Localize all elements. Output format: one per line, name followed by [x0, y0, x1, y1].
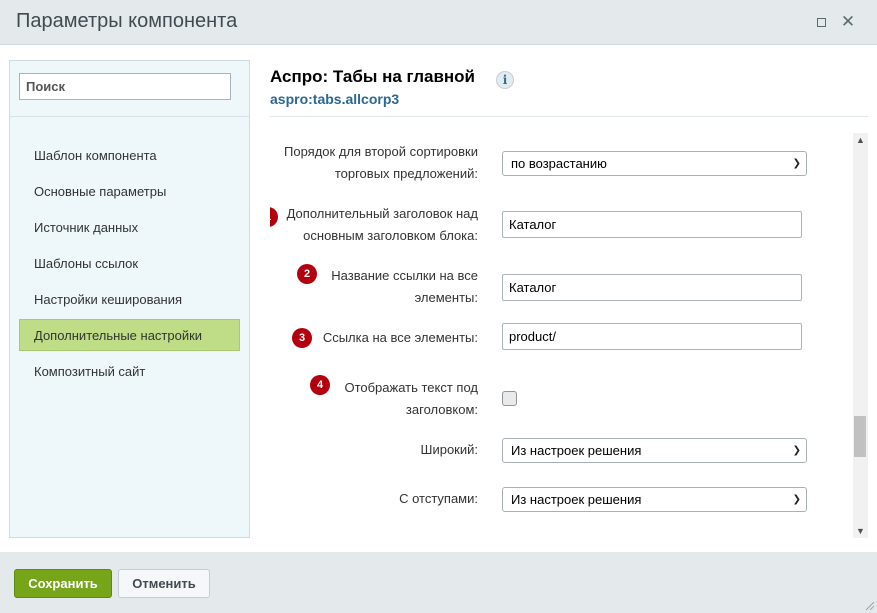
field-label: Порядок для второй сортировки	[284, 144, 478, 159]
field-label: Отображать текст под	[344, 380, 478, 395]
sidebar-item-additional[interactable]: Дополнительные настройки	[19, 319, 240, 351]
field-label: Ссылка на все элементы:	[322, 330, 478, 345]
chevron-down-icon: ❯	[792, 445, 801, 456]
component-title: Аспро: Табы на главной	[270, 67, 475, 86]
sort2-select[interactable]: по возрастанию ❯	[502, 151, 807, 176]
scroll-up-icon[interactable]: ▲	[853, 135, 868, 145]
select-value: Из настроек решения	[511, 492, 642, 507]
sidebar-divider	[10, 116, 249, 117]
search-input[interactable]	[19, 73, 231, 100]
sidebar-item-main-params[interactable]: Основные параметры	[19, 175, 240, 207]
step-badge: 3	[292, 328, 312, 348]
sidebar-item-caching[interactable]: Настройки кеширования	[19, 283, 240, 315]
form-scrollbar[interactable]: ▲ ▼	[853, 133, 868, 538]
component-id: aspro:tabs.allcorp3	[270, 91, 400, 107]
show-text-checkbox[interactable]	[502, 391, 517, 406]
wide-select[interactable]: Из настроек решения ❯	[502, 438, 807, 463]
sidebar: Шаблон компонента Основные параметры Ист…	[9, 60, 250, 538]
field-label: заголовком:	[405, 402, 478, 417]
sidebar-item-template[interactable]: Шаблон компонента	[19, 139, 240, 171]
extra-title-input[interactable]	[502, 211, 802, 238]
chevron-down-icon: ❯	[792, 158, 801, 169]
header-divider	[270, 116, 868, 117]
step-badge: 4	[310, 375, 330, 395]
resize-grip-icon[interactable]	[863, 599, 875, 611]
field-label: элементы:	[414, 290, 478, 305]
select-value: Из настроек решения	[511, 443, 642, 458]
params-form: Порядок для второй сортировки торговых п…	[270, 133, 868, 538]
step-badge: 2	[297, 264, 317, 284]
field-label: С отступами:	[399, 491, 478, 506]
chevron-down-icon: ❯	[792, 494, 801, 505]
window-title: Параметры компонента	[16, 10, 238, 32]
field-label: основным заголовком блока:	[303, 228, 478, 243]
scroll-down-icon[interactable]: ▼	[853, 526, 868, 536]
info-icon[interactable]: i	[496, 71, 514, 89]
padding-select[interactable]: Из настроек решения ❯	[502, 487, 807, 512]
all-link-url-input[interactable]	[502, 323, 802, 350]
sidebar-item-link-templates[interactable]: Шаблоны ссылок	[19, 247, 240, 279]
field-label: Название ссылки на все	[331, 268, 478, 283]
sidebar-item-composite[interactable]: Композитный сайт	[19, 355, 240, 387]
all-link-name-input[interactable]	[502, 274, 802, 301]
step-badge: 1	[270, 207, 278, 227]
sidebar-item-data-source[interactable]: Источник данных	[19, 211, 240, 243]
dialog-footer: Сохранить Отменить	[0, 552, 877, 613]
sidebar-nav: Шаблон компонента Основные параметры Ист…	[19, 139, 240, 391]
window-titlebar[interactable]: Параметры компонента ✕	[0, 0, 877, 45]
select-value: по возрастанию	[511, 156, 607, 171]
main-panel: Аспро: Табы на главной i aspro:tabs.allc…	[270, 45, 868, 552]
close-icon[interactable]: ✕	[840, 13, 856, 30]
field-label: Широкий:	[420, 442, 478, 457]
cancel-button[interactable]: Отменить	[118, 569, 210, 598]
dialog-content: Шаблон компонента Основные параметры Ист…	[0, 45, 877, 552]
save-button[interactable]: Сохранить	[14, 569, 112, 598]
maximize-icon[interactable]	[813, 14, 829, 30]
field-label: торговых предложений:	[334, 166, 478, 181]
field-label: Дополнительный заголовок над	[286, 206, 478, 221]
scrollbar-thumb[interactable]	[854, 416, 866, 457]
